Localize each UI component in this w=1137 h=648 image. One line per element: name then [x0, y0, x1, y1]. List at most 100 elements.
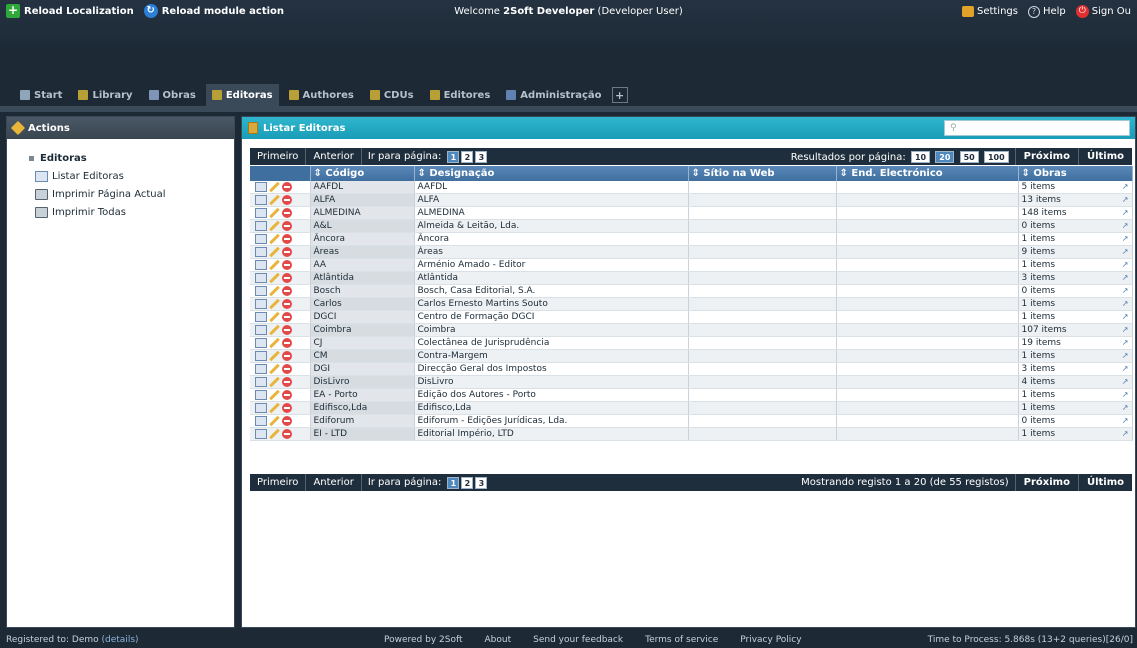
- view-icon[interactable]: [255, 377, 267, 387]
- delete-icon[interactable]: [282, 273, 292, 283]
- page-size-50[interactable]: 50: [959, 150, 979, 163]
- delete-icon[interactable]: [282, 286, 292, 296]
- external-link-icon[interactable]: ↗: [1122, 311, 1129, 323]
- edit-icon[interactable]: [269, 299, 280, 310]
- page-size-100[interactable]: 100: [983, 150, 1009, 163]
- column-header-codigo[interactable]: ⇕ Código: [310, 166, 415, 181]
- footer-link-powered[interactable]: Powered by 2Soft: [384, 635, 463, 645]
- delete-icon[interactable]: [282, 325, 292, 335]
- delete-icon[interactable]: [282, 247, 292, 257]
- edit-icon[interactable]: [269, 312, 280, 323]
- delete-icon[interactable]: [282, 182, 292, 192]
- external-link-icon[interactable]: ↗: [1122, 246, 1129, 258]
- edit-icon[interactable]: [269, 195, 280, 206]
- details-link[interactable]: (details): [102, 635, 139, 645]
- external-link-icon[interactable]: ↗: [1122, 285, 1129, 297]
- footer-link-about[interactable]: About: [485, 635, 512, 645]
- tab-library[interactable]: Library: [72, 84, 138, 106]
- view-icon[interactable]: [255, 338, 267, 348]
- column-header-obras[interactable]: ⇕ Obras: [1018, 166, 1133, 181]
- settings-link[interactable]: Settings: [961, 6, 1018, 17]
- action-imprimir-todas[interactable]: Imprimir Todas: [29, 203, 234, 221]
- action-listar-editoras[interactable]: Listar Editoras: [29, 167, 234, 185]
- view-icon[interactable]: [255, 312, 267, 322]
- edit-icon[interactable]: [269, 390, 280, 401]
- edit-icon[interactable]: [269, 234, 280, 245]
- external-link-icon[interactable]: ↗: [1122, 207, 1129, 219]
- delete-icon[interactable]: [282, 234, 292, 244]
- prev-page-button[interactable]: Anterior: [306, 474, 362, 491]
- external-link-icon[interactable]: ↗: [1122, 298, 1129, 310]
- edit-icon[interactable]: [269, 221, 280, 232]
- external-link-icon[interactable]: ↗: [1122, 337, 1129, 349]
- first-page-button[interactable]: Primeiro: [250, 474, 307, 491]
- footer-link-feedback[interactable]: Send your feedback: [533, 635, 623, 645]
- view-icon[interactable]: [255, 208, 267, 218]
- delete-icon[interactable]: [282, 416, 292, 426]
- edit-icon[interactable]: [269, 351, 280, 362]
- tab-start[interactable]: Start: [14, 84, 68, 106]
- help-link[interactable]: ? Help: [1027, 5, 1066, 18]
- tab-editoras[interactable]: Editoras: [205, 84, 279, 106]
- edit-icon[interactable]: [269, 260, 280, 271]
- external-link-icon[interactable]: ↗: [1122, 220, 1129, 232]
- next-page-button[interactable]: Próximo: [1014, 474, 1078, 491]
- delete-icon[interactable]: [282, 208, 292, 218]
- signout-link[interactable]: ⏻ Sign Ou: [1075, 5, 1131, 18]
- tab-cdus[interactable]: CDUs: [364, 84, 420, 106]
- external-link-icon[interactable]: ↗: [1122, 272, 1129, 284]
- view-icon[interactable]: [255, 351, 267, 361]
- view-icon[interactable]: [255, 195, 267, 205]
- footer-link-privacy[interactable]: Privacy Policy: [740, 635, 801, 645]
- external-link-icon[interactable]: ↗: [1122, 363, 1129, 375]
- first-page-button[interactable]: Primeiro: [250, 148, 307, 165]
- tab-administração[interactable]: Administração: [500, 84, 607, 106]
- last-page-button[interactable]: Último: [1077, 148, 1132, 165]
- external-link-icon[interactable]: ↗: [1122, 194, 1129, 206]
- view-icon[interactable]: [255, 364, 267, 374]
- view-icon[interactable]: [255, 221, 267, 231]
- page-size-20[interactable]: 20: [935, 150, 955, 163]
- edit-icon[interactable]: [269, 403, 280, 414]
- delete-icon[interactable]: [282, 260, 292, 270]
- column-header-email[interactable]: ⇕ End. Electrónico: [836, 166, 1019, 181]
- tree-node-editoras[interactable]: Editoras: [29, 153, 234, 164]
- page-1-button[interactable]: 1: [447, 150, 460, 163]
- page-2-button[interactable]: 2: [461, 150, 474, 163]
- last-page-button[interactable]: Último: [1077, 474, 1132, 491]
- delete-icon[interactable]: [282, 338, 292, 348]
- delete-icon[interactable]: [282, 377, 292, 387]
- prev-page-button[interactable]: Anterior: [306, 148, 362, 165]
- edit-icon[interactable]: [269, 416, 280, 427]
- edit-icon[interactable]: [269, 364, 280, 375]
- tab-obras[interactable]: Obras: [143, 84, 202, 106]
- external-link-icon[interactable]: ↗: [1122, 428, 1129, 440]
- delete-icon[interactable]: [282, 364, 292, 374]
- page-1-button[interactable]: 1: [447, 476, 460, 489]
- column-header-designacao[interactable]: ⇕ Designação: [414, 166, 689, 181]
- external-link-icon[interactable]: ↗: [1122, 324, 1129, 336]
- external-link-icon[interactable]: ↗: [1122, 350, 1129, 362]
- view-icon[interactable]: [255, 247, 267, 257]
- external-link-icon[interactable]: ↗: [1122, 389, 1129, 401]
- view-icon[interactable]: [255, 429, 267, 439]
- external-link-icon[interactable]: ↗: [1122, 376, 1129, 388]
- page-2-button[interactable]: 2: [461, 476, 474, 489]
- external-link-icon[interactable]: ↗: [1122, 402, 1129, 414]
- external-link-icon[interactable]: ↗: [1122, 259, 1129, 271]
- view-icon[interactable]: [255, 260, 267, 270]
- delete-icon[interactable]: [282, 429, 292, 439]
- edit-icon[interactable]: [269, 247, 280, 258]
- edit-icon[interactable]: [269, 338, 280, 349]
- delete-icon[interactable]: [282, 195, 292, 205]
- edit-icon[interactable]: [269, 273, 280, 284]
- tab-authores[interactable]: Authores: [283, 84, 360, 106]
- delete-icon[interactable]: [282, 299, 292, 309]
- delete-icon[interactable]: [282, 312, 292, 322]
- view-icon[interactable]: [255, 325, 267, 335]
- footer-link-terms[interactable]: Terms of service: [645, 635, 718, 645]
- delete-icon[interactable]: [282, 351, 292, 361]
- view-icon[interactable]: [255, 182, 267, 192]
- external-link-icon[interactable]: ↗: [1122, 233, 1129, 245]
- tab-editores[interactable]: Editores: [424, 84, 497, 106]
